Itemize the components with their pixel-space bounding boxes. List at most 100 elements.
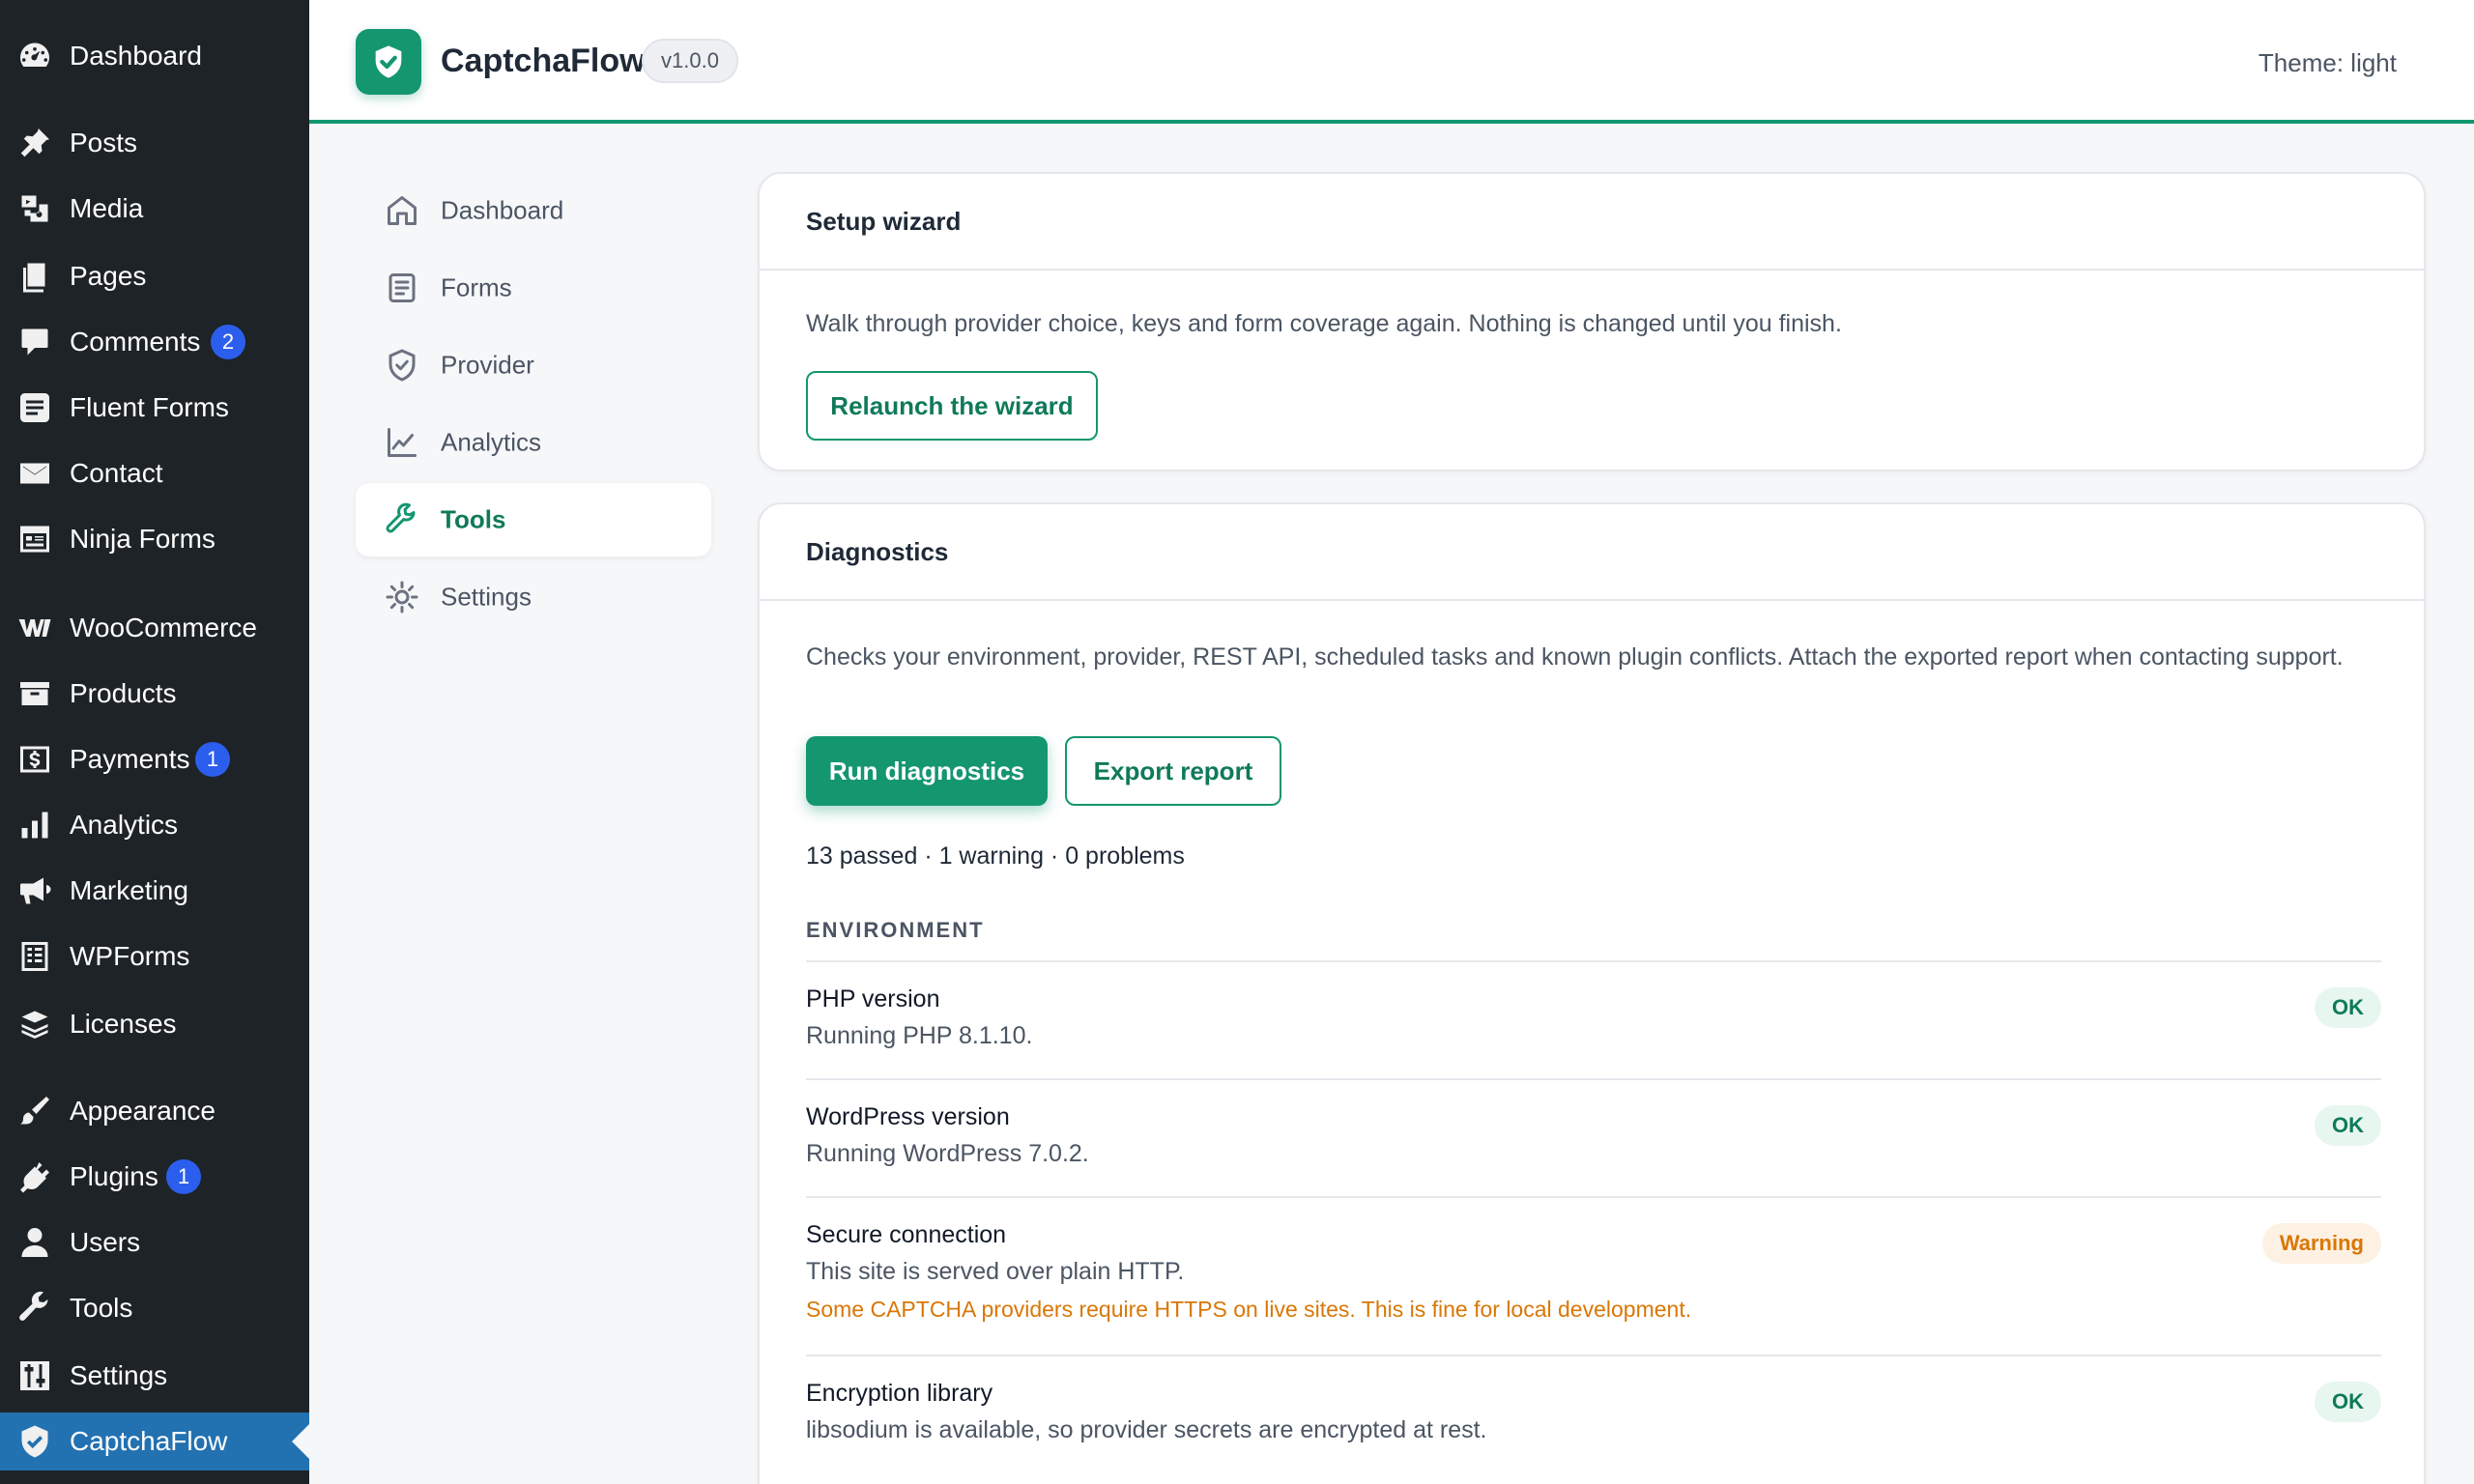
wp-menu-label: WooCommerce [70,613,257,642]
check-row-php-version: PHP version Running PHP 8.1.10. OK [806,962,2381,1080]
check-row-wordpress-version: WordPress version Running WordPress 7.0.… [806,1080,2381,1198]
nav-item-tools[interactable]: Tools [356,483,711,556]
wp-menu-fluent-forms[interactable]: Fluent Forms [0,379,309,437]
nav-item-settings[interactable]: Settings [356,560,711,634]
nav-label: Provider [441,350,534,380]
home-icon [385,193,419,228]
nav-item-dashboard[interactable]: Dashboard [356,174,711,247]
export-report-button[interactable]: Export report [1065,736,1281,806]
status-badge: Warning [2261,1223,2381,1264]
check-row-secure-connection: Secure connection This site is served ov… [806,1198,2381,1356]
status-badge: OK [2315,987,2381,1028]
archive-icon [15,674,54,713]
check-detail: This site is served over plain HTTP. [806,1258,1185,1285]
stack-icon [15,1005,54,1043]
wp-menu-ninja-forms[interactable]: Ninja Forms [0,510,309,568]
nav-item-analytics[interactable]: Analytics [356,406,711,479]
wp-menu-label: Fluent Forms [70,392,229,422]
version-badge: v1.0.0 [642,39,738,83]
check-detail: libsodium is available, so provider secr… [806,1416,1487,1443]
wp-menu-products[interactable]: Products [0,665,309,723]
status-badge: OK [2315,1382,2381,1422]
wp-menu-analytics[interactable]: Analytics [0,796,309,854]
wp-menu-label: Pages [70,261,147,291]
payments-count-badge: 1 [195,742,230,777]
nav-label: Analytics [441,427,542,457]
line-chart-icon [385,425,419,460]
wp-menu-label: Plugins [70,1161,158,1191]
wp-menu-dashboard[interactable]: Dashboard [0,27,309,85]
wp-menu-tools[interactable]: Tools [0,1279,309,1337]
wp-menu-marketing[interactable]: Marketing [0,862,309,920]
wp-menu-label: Tools [70,1293,133,1323]
pages-icon [15,257,54,296]
theme-toggle[interactable]: Theme: light [2258,48,2397,78]
wp-admin-sidebar: Dashboard Posts Media Pages Comments 2 F… [0,0,309,1484]
wp-menu-label: Licenses [70,1009,177,1039]
wp-menu-settings[interactable]: Settings [0,1347,309,1405]
check-detail: Running WordPress 7.0.2. [806,1140,1089,1167]
captchaflow-logo-icon [356,29,421,95]
nav-label: Dashboard [441,195,564,225]
diagnostics-summary: 13 passed · 1 warning · 0 problems [806,842,1185,870]
wp-menu-payments[interactable]: Payments 1 [0,730,309,788]
nav-label: Settings [441,582,532,612]
status-badge: OK [2315,1105,2381,1146]
form-list-icon [15,520,54,558]
wp-menu-users[interactable]: Users [0,1213,309,1271]
wp-menu-woocommerce[interactable]: WooCommerce [0,599,309,657]
comments-count-badge: 2 [211,325,245,359]
wp-menu-label: Dashboard [70,41,202,71]
wp-menu-label: Products [70,678,177,708]
wp-menu-licenses[interactable]: Licenses [0,995,309,1053]
woo-icon [15,609,54,647]
check-title: Secure connection [806,1221,1007,1248]
wp-menu-label: Payments [70,744,190,774]
wp-menu-label: Ninja Forms [70,524,216,554]
pin-icon [15,124,54,162]
sliders-icon [15,1356,54,1395]
nav-item-provider[interactable]: Provider [356,328,711,402]
run-diagnostics-button[interactable]: Run diagnostics [806,736,1048,806]
app-title: CaptchaFlow [441,43,646,79]
wp-menu-label: Analytics [70,810,179,840]
dollar-icon [15,740,54,779]
document-icon [385,271,419,305]
form-icon [15,388,54,427]
plug-icon [15,1157,54,1196]
setup-wizard-card: Setup wizard Walk through provider choic… [758,172,2426,471]
wp-menu-wpforms[interactable]: WPForms [0,928,309,985]
bar-chart-icon [15,806,54,844]
wp-menu-label: CaptchaFlow [70,1426,228,1456]
wp-menu-pages[interactable]: Pages [0,247,309,305]
wp-menu-media[interactable]: Media [0,180,309,238]
nav-label: Tools [441,504,506,534]
wp-menu-label: Media [70,193,144,223]
wp-menu-contact[interactable]: Contact [0,444,309,502]
wp-menu-comments[interactable]: Comments 2 [0,313,309,371]
wp-menu-plugins[interactable]: Plugins 1 [0,1148,309,1206]
wp-menu-label: WPForms [70,941,190,971]
user-icon [15,1223,54,1262]
wp-menu-label: Appearance [70,1096,216,1126]
wp-menu-label: Comments [70,327,201,357]
wp-menu-label: Marketing [70,875,188,905]
plugin-header: CaptchaFlow v1.0.0 Theme: light [309,0,2474,124]
wp-menu-label: Contact [70,458,163,488]
media-icon [15,189,54,228]
check-detail: Running PHP 8.1.10. [806,1022,1033,1049]
wp-menu-posts[interactable]: Posts [0,114,309,172]
wp-menu-label: Posts [70,128,138,157]
mail-icon [15,454,54,493]
shield-check-icon [385,348,419,383]
check-title: WordPress version [806,1103,1010,1130]
shield-icon [15,1422,54,1461]
wp-menu-captchaflow[interactable]: CaptchaFlow [0,1413,309,1470]
wp-menu-appearance[interactable]: Appearance [0,1082,309,1140]
comment-icon [15,323,54,361]
wrench-icon [385,502,419,537]
relaunch-wizard-button[interactable]: Relaunch the wizard [806,371,1098,441]
nav-item-forms[interactable]: Forms [356,251,711,325]
plugins-count-badge: 1 [166,1159,201,1194]
check-title: PHP version [806,985,940,1013]
